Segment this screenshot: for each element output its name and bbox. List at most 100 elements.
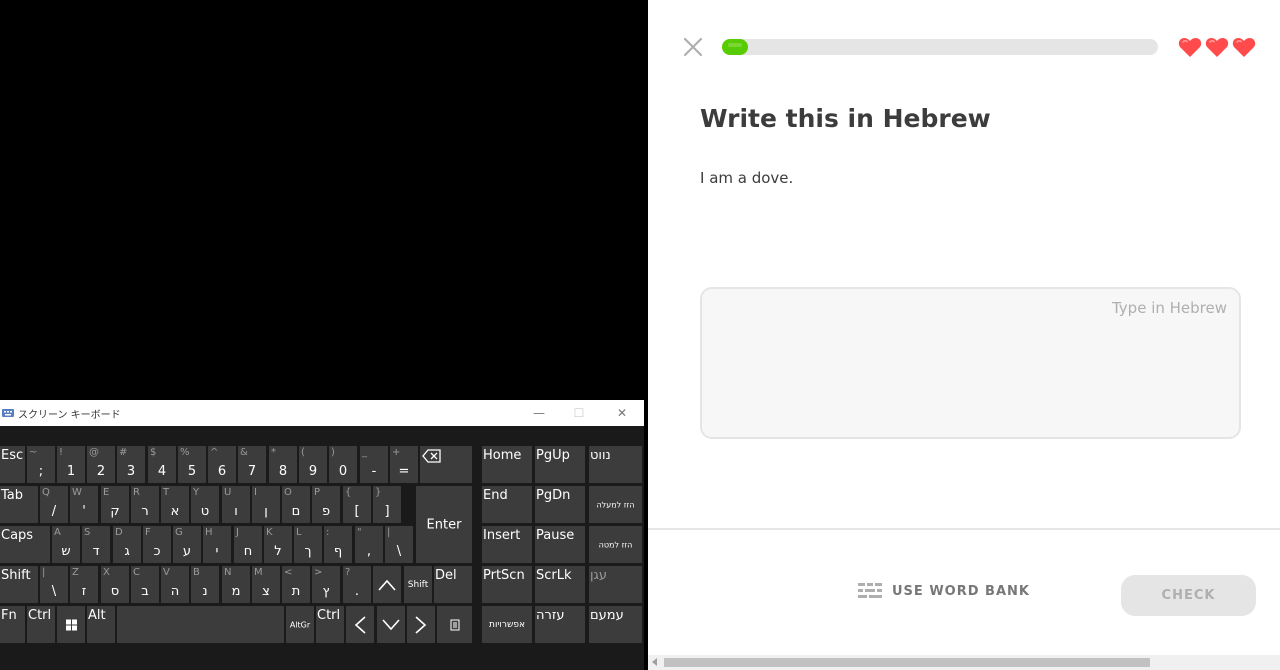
key-period[interactable]: > ץ	[312, 566, 340, 603]
key-a[interactable]: Aש	[52, 526, 80, 563]
key-minus[interactable]: _ -	[360, 446, 388, 483]
key-moveup[interactable]: הזז למעלה	[589, 486, 642, 523]
key-enter[interactable]: Enter	[416, 486, 472, 563]
key-oem102[interactable]: | \	[40, 566, 68, 603]
key-options[interactable]: אפשרויות	[482, 606, 532, 643]
key-backspace[interactable]	[420, 446, 472, 483]
key-e[interactable]: Eק	[101, 486, 129, 523]
key-y[interactable]: Yט	[191, 486, 219, 523]
key-m[interactable]: Mצ	[252, 566, 280, 603]
key-n[interactable]: Nמ	[222, 566, 250, 603]
key-h[interactable]: Hי	[203, 526, 231, 563]
key-pause[interactable]: Pause	[535, 526, 585, 563]
key-w[interactable]: W '	[70, 486, 98, 523]
key-k5[interactable]: % 5	[178, 446, 206, 483]
key-lbracket[interactable]: {[	[343, 486, 371, 523]
key-p[interactable]: Pפ	[312, 486, 340, 523]
key-char-label: י	[215, 544, 219, 559]
key-right[interactable]	[407, 606, 435, 643]
key-home[interactable]: Home	[482, 446, 532, 483]
key-alt[interactable]: Alt	[87, 606, 115, 643]
key-backslash[interactable]: | \	[385, 526, 413, 563]
answer-input[interactable]	[700, 287, 1241, 439]
key-comma[interactable]: < ת	[282, 566, 310, 603]
key-k8[interactable]: * 8	[269, 446, 297, 483]
scroll-left-arrow-icon[interactable]	[652, 658, 657, 666]
key-left[interactable]	[346, 606, 374, 643]
key-movedown[interactable]: הזז למטה	[589, 526, 642, 563]
key-q[interactable]: Q /	[40, 486, 68, 523]
key-o[interactable]: Oם	[282, 486, 310, 523]
key-r[interactable]: Rר	[131, 486, 159, 523]
key-k4[interactable]: $4	[148, 446, 176, 483]
key-g[interactable]: Gע	[173, 526, 201, 563]
key-quote[interactable]: ",	[355, 526, 383, 563]
key-k[interactable]: Kל	[264, 526, 292, 563]
key-dock[interactable]: עגן	[589, 566, 642, 603]
key-space[interactable]	[117, 606, 284, 643]
key-slash[interactable]: ?.	[343, 566, 371, 603]
scrollbar-thumb[interactable]	[664, 658, 1150, 667]
key-altgr[interactable]: AltGr	[286, 606, 314, 643]
key-rshift[interactable]: Shift	[404, 566, 432, 603]
key-pgdn[interactable]: PgDn	[535, 486, 585, 523]
key-rctrl[interactable]: Ctrl	[316, 606, 344, 643]
key-k9[interactable]: (9	[299, 446, 327, 483]
key-c[interactable]: Cב	[131, 566, 159, 603]
key-caps[interactable]: Caps	[0, 526, 50, 563]
key-k7[interactable]: & 7	[238, 446, 266, 483]
key-nav[interactable]: נווט	[589, 446, 642, 483]
check-button[interactable]: CHECK	[1121, 575, 1256, 616]
key-prtscn[interactable]: PrtScn	[482, 566, 532, 603]
key-b[interactable]: Bנ	[191, 566, 219, 603]
key-k3[interactable]: #3	[117, 446, 145, 483]
key-fn[interactable]: Fn	[0, 606, 25, 643]
key-t[interactable]: Tא	[161, 486, 189, 523]
key-j[interactable]: Jח	[234, 526, 262, 563]
key-x[interactable]: Xס	[101, 566, 129, 603]
minimize-button[interactable]: —	[518, 400, 560, 426]
key-shift-label: M	[254, 567, 263, 578]
key-i[interactable]: Iן	[252, 486, 280, 523]
key-f[interactable]: Fכ	[143, 526, 171, 563]
key-l[interactable]: Lך	[294, 526, 322, 563]
key-rbracket[interactable]: }]	[373, 486, 401, 523]
key-fade[interactable]: עמעם	[589, 606, 642, 643]
key-menu[interactable]	[437, 606, 472, 643]
key-k2[interactable]: @2	[87, 446, 115, 483]
key-del[interactable]: Del	[434, 566, 472, 603]
key-k6[interactable]: ^ 6	[208, 446, 236, 483]
key-pgup[interactable]: PgUp	[535, 446, 585, 483]
key-k1[interactable]: ! 1	[57, 446, 85, 483]
key-shift-label: D	[115, 527, 123, 538]
use-word-bank-button[interactable]: USE WORD BANK	[858, 582, 1030, 600]
key-z[interactable]: Zז	[70, 566, 98, 603]
key-equals[interactable]: + =	[390, 446, 418, 483]
key-scrlk[interactable]: ScrLk	[535, 566, 585, 603]
osk-titlebar[interactable]: スクリーン キーボード — ☐ ✕	[0, 400, 644, 426]
key-help[interactable]: עזרה	[535, 606, 585, 643]
key-semicolon[interactable]: :ף	[324, 526, 352, 563]
key-insert[interactable]: Insert	[482, 526, 532, 563]
lesson-progress-fill	[722, 39, 749, 55]
key-lshift[interactable]: Shift	[0, 566, 38, 603]
maximize-button[interactable]: ☐	[558, 400, 600, 426]
key-tilde[interactable]: ~;	[27, 446, 55, 483]
key-k0[interactable]: ) 0	[329, 446, 357, 483]
key-shift-label: (	[301, 447, 305, 458]
key-u[interactable]: Uו	[222, 486, 250, 523]
key-up[interactable]	[373, 566, 401, 603]
horizontal-scrollbar[interactable]	[648, 655, 1280, 670]
key-end[interactable]: End	[482, 486, 532, 523]
key-lctrl[interactable]: Ctrl	[27, 606, 55, 643]
key-v[interactable]: Vה	[161, 566, 189, 603]
key-s[interactable]: Sד	[82, 526, 110, 563]
key-shift-label: E	[103, 487, 110, 498]
key-esc[interactable]: Esc	[0, 446, 25, 483]
key-d[interactable]: Dג	[113, 526, 141, 563]
key-down[interactable]	[377, 606, 405, 643]
key-tab[interactable]: Tab	[0, 486, 38, 523]
key-win[interactable]	[57, 606, 85, 643]
close-lesson-button[interactable]	[682, 36, 704, 58]
close-window-button[interactable]: ✕	[601, 400, 643, 426]
